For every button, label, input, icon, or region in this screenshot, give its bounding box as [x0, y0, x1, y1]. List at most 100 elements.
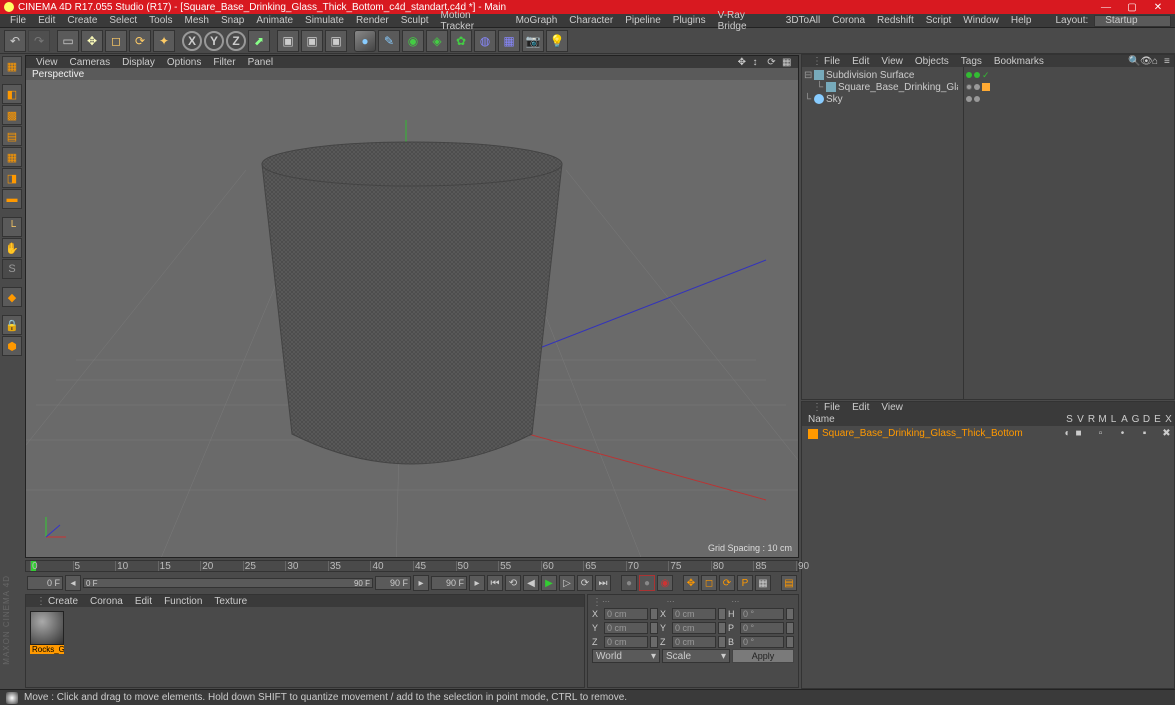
visibility-dot-icon[interactable] — [966, 72, 972, 78]
size-input[interactable]: 0 cm — [672, 636, 716, 648]
obj-menu-item[interactable]: Bookmarks — [988, 56, 1050, 67]
spinner-icon[interactable] — [718, 636, 726, 648]
take-menu-item[interactable]: View — [875, 402, 909, 413]
menu-item[interactable]: Sculpt — [395, 15, 435, 26]
tag-icon[interactable]: ▪ — [1139, 428, 1150, 439]
edge-mode-button[interactable]: ✋ — [2, 238, 22, 258]
move-tool-button[interactable]: ✥ — [81, 30, 103, 52]
vp-toggle-icon[interactable]: ▦ — [776, 57, 788, 68]
add-light-button[interactable]: ▦ — [498, 30, 520, 52]
mat-menu-item[interactable]: Create — [42, 596, 84, 607]
menu-item[interactable]: Tools — [143, 15, 178, 26]
z-axis-lock-button[interactable]: Z — [226, 31, 246, 51]
vp-rotate-icon[interactable]: ⟳ — [761, 57, 773, 68]
tree-item-subdivision[interactable]: ⊟ Subdivision Surface — [804, 69, 961, 81]
spin-icon[interactable]: ▸ — [413, 575, 429, 591]
eye-icon[interactable]: 👁 — [1134, 56, 1146, 67]
frame-start-field[interactable]: 0 F — [27, 576, 63, 590]
home-icon[interactable]: ⌂ — [1146, 56, 1158, 67]
vp-menu-item[interactable]: View — [30, 57, 64, 68]
add-environment-button[interactable]: ✿ — [450, 30, 472, 52]
x-axis-lock-button[interactable]: X — [182, 31, 202, 51]
col-l[interactable]: L — [1108, 414, 1119, 425]
menu-item[interactable]: Corona — [826, 15, 871, 26]
spinner-icon[interactable] — [650, 608, 658, 620]
add-scene-button[interactable]: 📷 — [522, 30, 544, 52]
point-mode-button[interactable]: └ — [2, 217, 22, 237]
col-s[interactable]: S — [1064, 414, 1075, 425]
menu-item[interactable]: Character — [563, 15, 619, 26]
texture-mode-button[interactable]: ▩ — [2, 105, 22, 125]
add-deformer-button[interactable]: ◈ — [426, 30, 448, 52]
object-tree[interactable]: ⊟ Subdivision Surface └ Square_Base_Drin… — [802, 67, 964, 399]
menu-item[interactable]: MoGraph — [510, 15, 564, 26]
select-tool-button[interactable]: ▭ — [57, 30, 79, 52]
vp-menu-item[interactable]: Panel — [242, 57, 280, 68]
menu-item[interactable]: Plugins — [667, 15, 712, 26]
snap-settings-button[interactable]: ⬢ — [2, 336, 22, 356]
render-settings-button[interactable]: ▣ — [325, 30, 347, 52]
key-pla-button[interactable]: ▦ — [755, 575, 771, 591]
spinner-icon[interactable] — [650, 636, 658, 648]
mat-menu-item[interactable]: Texture — [208, 596, 253, 607]
spinner-icon[interactable] — [786, 622, 794, 634]
key-param-button[interactable]: P — [737, 575, 753, 591]
tree-item-glass[interactable]: └ Square_Base_Drinking_Glass_Thick_Botto… — [804, 81, 961, 93]
render-view-button[interactable]: ▣ — [277, 30, 299, 52]
range-slider[interactable]: 0 F 90 F — [83, 578, 373, 588]
timeline-ruler[interactable]: 051015202530354045505560657075808590 — [25, 560, 799, 572]
mat-menu-item[interactable]: Function — [158, 596, 208, 607]
col-g[interactable]: G — [1130, 414, 1141, 425]
step-fwd-button[interactable]: ▷ — [559, 575, 575, 591]
frame-out-field[interactable]: 90 F — [431, 576, 467, 590]
tag-icon[interactable]: ■ — [1073, 428, 1084, 439]
visibility-dot-icon[interactable] — [966, 84, 972, 90]
workplane-button[interactable]: ▤ — [2, 126, 22, 146]
coord-size-mode-select[interactable]: Scale▾ — [662, 649, 730, 663]
col-d[interactable]: D — [1141, 414, 1152, 425]
obj-menu-item[interactable]: View — [875, 56, 909, 67]
coord-mode-select[interactable]: World▾ — [592, 649, 660, 663]
redo-button[interactable]: ↷ — [28, 30, 50, 52]
menu-item[interactable]: Render — [350, 15, 395, 26]
add-bulb-button[interactable]: 💡 — [546, 30, 568, 52]
menu-item[interactable]: Motion Tracker — [435, 10, 510, 32]
menu-item[interactable]: 3DToAll — [780, 15, 826, 26]
goto-start-button[interactable]: ⏮ — [487, 575, 503, 591]
viewport-camera-label[interactable]: Perspective — [26, 68, 798, 80]
spinner-icon[interactable] — [718, 608, 726, 620]
filter-icon[interactable]: ≡ — [1158, 56, 1170, 67]
col-a[interactable]: A — [1119, 414, 1130, 425]
vp-menu-item[interactable]: Options — [161, 57, 207, 68]
maximize-button[interactable]: ▢ — [1119, 0, 1145, 14]
col-e[interactable]: E — [1152, 414, 1163, 425]
visibility-dot-icon[interactable] — [966, 96, 972, 102]
vp-menu-item[interactable]: Display — [116, 57, 161, 68]
spinner-icon[interactable] — [786, 608, 794, 620]
apply-button[interactable]: Apply — [732, 649, 794, 663]
timeline-settings-button[interactable]: ▤ — [781, 575, 797, 591]
viewport[interactable]: Grid Spacing : 10 cm — [26, 80, 798, 557]
render-region-button[interactable]: ▣ — [301, 30, 323, 52]
model-button[interactable]: ▬ — [2, 189, 22, 209]
keyframe-sel-button[interactable]: ◉ — [657, 575, 673, 591]
menu-item[interactable]: Animate — [250, 15, 299, 26]
menu-item[interactable]: V-Ray Bridge — [712, 10, 780, 32]
make-editable-button[interactable]: ▦ — [2, 56, 22, 76]
vp-menu-item[interactable]: Filter — [207, 57, 241, 68]
step-back-button[interactable]: ◀ — [523, 575, 539, 591]
spin-icon[interactable]: ▸ — [469, 575, 485, 591]
menu-item[interactable]: Pipeline — [619, 15, 667, 26]
material-tag-icon[interactable] — [982, 83, 990, 91]
col-x[interactable]: X — [1163, 414, 1174, 425]
menu-item[interactable]: Window — [957, 15, 1005, 26]
model-mode-button[interactable]: ◧ — [2, 84, 22, 104]
record-button[interactable]: ● — [621, 575, 637, 591]
close-button[interactable]: ✕ — [1145, 0, 1171, 14]
vp-zoom-icon[interactable]: ↕ — [746, 57, 758, 68]
render-dot-icon[interactable] — [974, 84, 980, 90]
key-scale-button[interactable]: ◻ — [701, 575, 717, 591]
vp-menu-item[interactable]: Cameras — [64, 57, 117, 68]
snap-enable-button[interactable]: 🔒 — [2, 315, 22, 335]
menu-item[interactable]: Create — [61, 15, 103, 26]
